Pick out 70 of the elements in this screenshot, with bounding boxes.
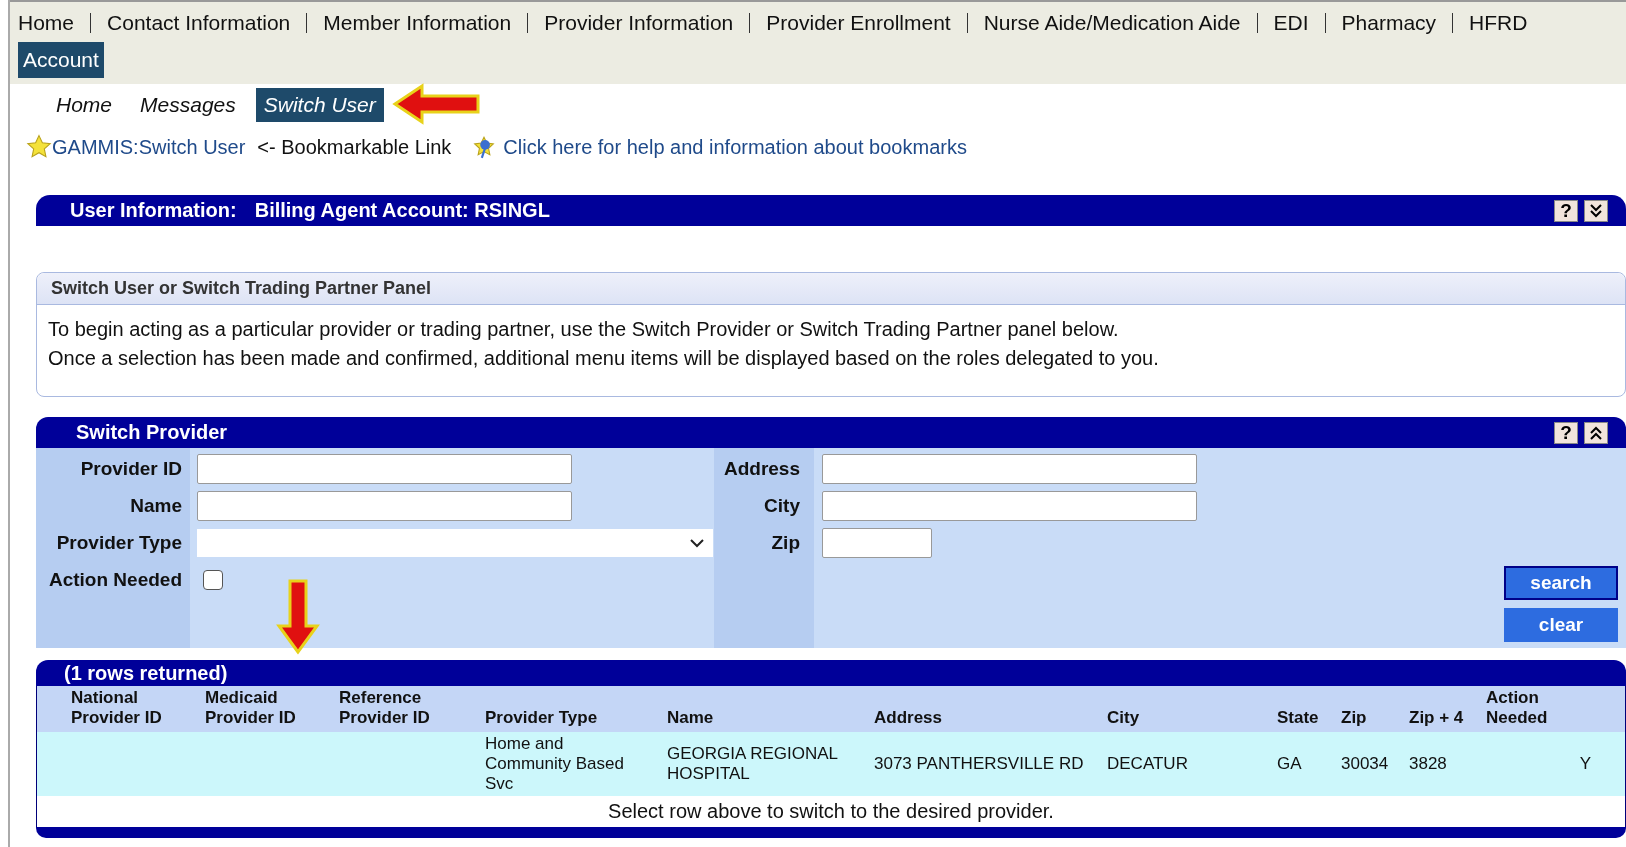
sub-menu-tab[interactable]: Home (48, 88, 121, 122)
column-header: National Provider ID (37, 686, 205, 732)
column-header: Zip (1341, 686, 1409, 732)
dropdown-field[interactable] (197, 528, 713, 557)
table-cell: DECATUR (1107, 732, 1277, 796)
text-input-field[interactable] (197, 453, 572, 484)
arrow-icon (276, 578, 320, 655)
field-label: Zip (770, 530, 801, 555)
column-header: Name (667, 686, 874, 732)
field-label: Name (129, 493, 183, 518)
column-header: Medicaid Provider ID (205, 686, 339, 732)
field-label: Action Needed (47, 567, 183, 592)
arrow-icon (392, 83, 482, 125)
instruction-text: Once a selection has been made and confirmed, additional menu items will be displayed based on the roles delegated to you. (48, 346, 1160, 371)
account-tab[interactable]: Account (18, 42, 104, 78)
column-header: Action Needed (1486, 686, 1625, 732)
star-icon (26, 134, 52, 160)
section-value: Billing Agent Account: RSINGL (254, 199, 550, 222)
form-button[interactable]: clear (1504, 608, 1618, 642)
sub-menu-tab[interactable]: Switch User (255, 88, 384, 122)
table-cell: 30034 (1341, 732, 1409, 796)
menu-link[interactable]: Contact Information (107, 11, 291, 35)
menu-link[interactable]: Provider Enrollment (766, 11, 951, 35)
section-label: User Information: (70, 199, 237, 222)
bookmark-link[interactable]: GAMMIS:Switch User (52, 135, 246, 159)
results-count: (1 rows returned) (64, 661, 228, 685)
hint-text: Select row above to switch to the desired provider. (607, 799, 1055, 824)
help-button[interactable]: ? (1554, 199, 1578, 222)
help-button[interactable]: ? (1554, 421, 1578, 444)
checkbox[interactable] (203, 569, 223, 590)
toggle-button[interactable] (1584, 421, 1608, 444)
text-input-field[interactable] (822, 453, 1197, 484)
column-header: Zip + 4 (1409, 686, 1486, 732)
menu-link[interactable]: Pharmacy (1341, 11, 1437, 35)
menu-link[interactable]: HFRD (1469, 11, 1528, 35)
text-input-field[interactable] (822, 527, 932, 558)
table-cell: GEORGIA REGIONAL HOSPITAL (667, 732, 874, 796)
column-header: Provider Type (485, 686, 667, 732)
help-star-icon (471, 134, 498, 160)
expand-icon (1588, 202, 1604, 219)
column-header: State (1277, 686, 1341, 732)
text-input-field[interactable] (197, 490, 572, 521)
sub-menu-tab[interactable]: Messages (132, 88, 244, 122)
menu-link[interactable]: Home (18, 11, 75, 35)
menu-link[interactable]: Provider Information (544, 11, 734, 35)
text-input-field[interactable] (822, 490, 1197, 521)
form-button[interactable]: search (1504, 566, 1618, 600)
help-link[interactable]: Click here for help and information about bookmarks (503, 135, 967, 159)
collapse-icon (1588, 424, 1604, 441)
bookmark-note: <- Bookmarkable Link (257, 135, 452, 159)
menu-link[interactable]: Member Information (323, 11, 512, 35)
table-cell: GA (1277, 732, 1341, 796)
table-cell: Home and Community Based Svc (485, 732, 667, 796)
field-label: Address (722, 456, 801, 481)
field-label: Provider Type (55, 530, 183, 555)
table-cell: Y (1486, 732, 1625, 796)
table-cell: 3828 (1409, 732, 1486, 796)
panel-title: Switch User or Switch Trading Partner Panel (37, 273, 1625, 305)
menu-link[interactable]: Nurse Aide/Medication Aide (983, 11, 1241, 35)
table-cell: 3073 PANTHERSVILLE RD (874, 732, 1107, 796)
caret-icon (689, 537, 705, 548)
toggle-button[interactable] (1584, 199, 1608, 222)
column-header: Reference Provider ID (339, 686, 485, 732)
instruction-text: To begin acting as a particular provider or trading partner, use the Switch Provider or Switch Trading Partner panel below. (48, 317, 1120, 342)
column-header: Address (874, 686, 1107, 732)
menu-link[interactable]: EDI (1273, 11, 1309, 35)
column-header: City (1107, 686, 1277, 732)
section-title: Switch Provider (76, 421, 228, 444)
field-label: Provider ID (79, 456, 183, 481)
field-label: City (763, 493, 801, 518)
